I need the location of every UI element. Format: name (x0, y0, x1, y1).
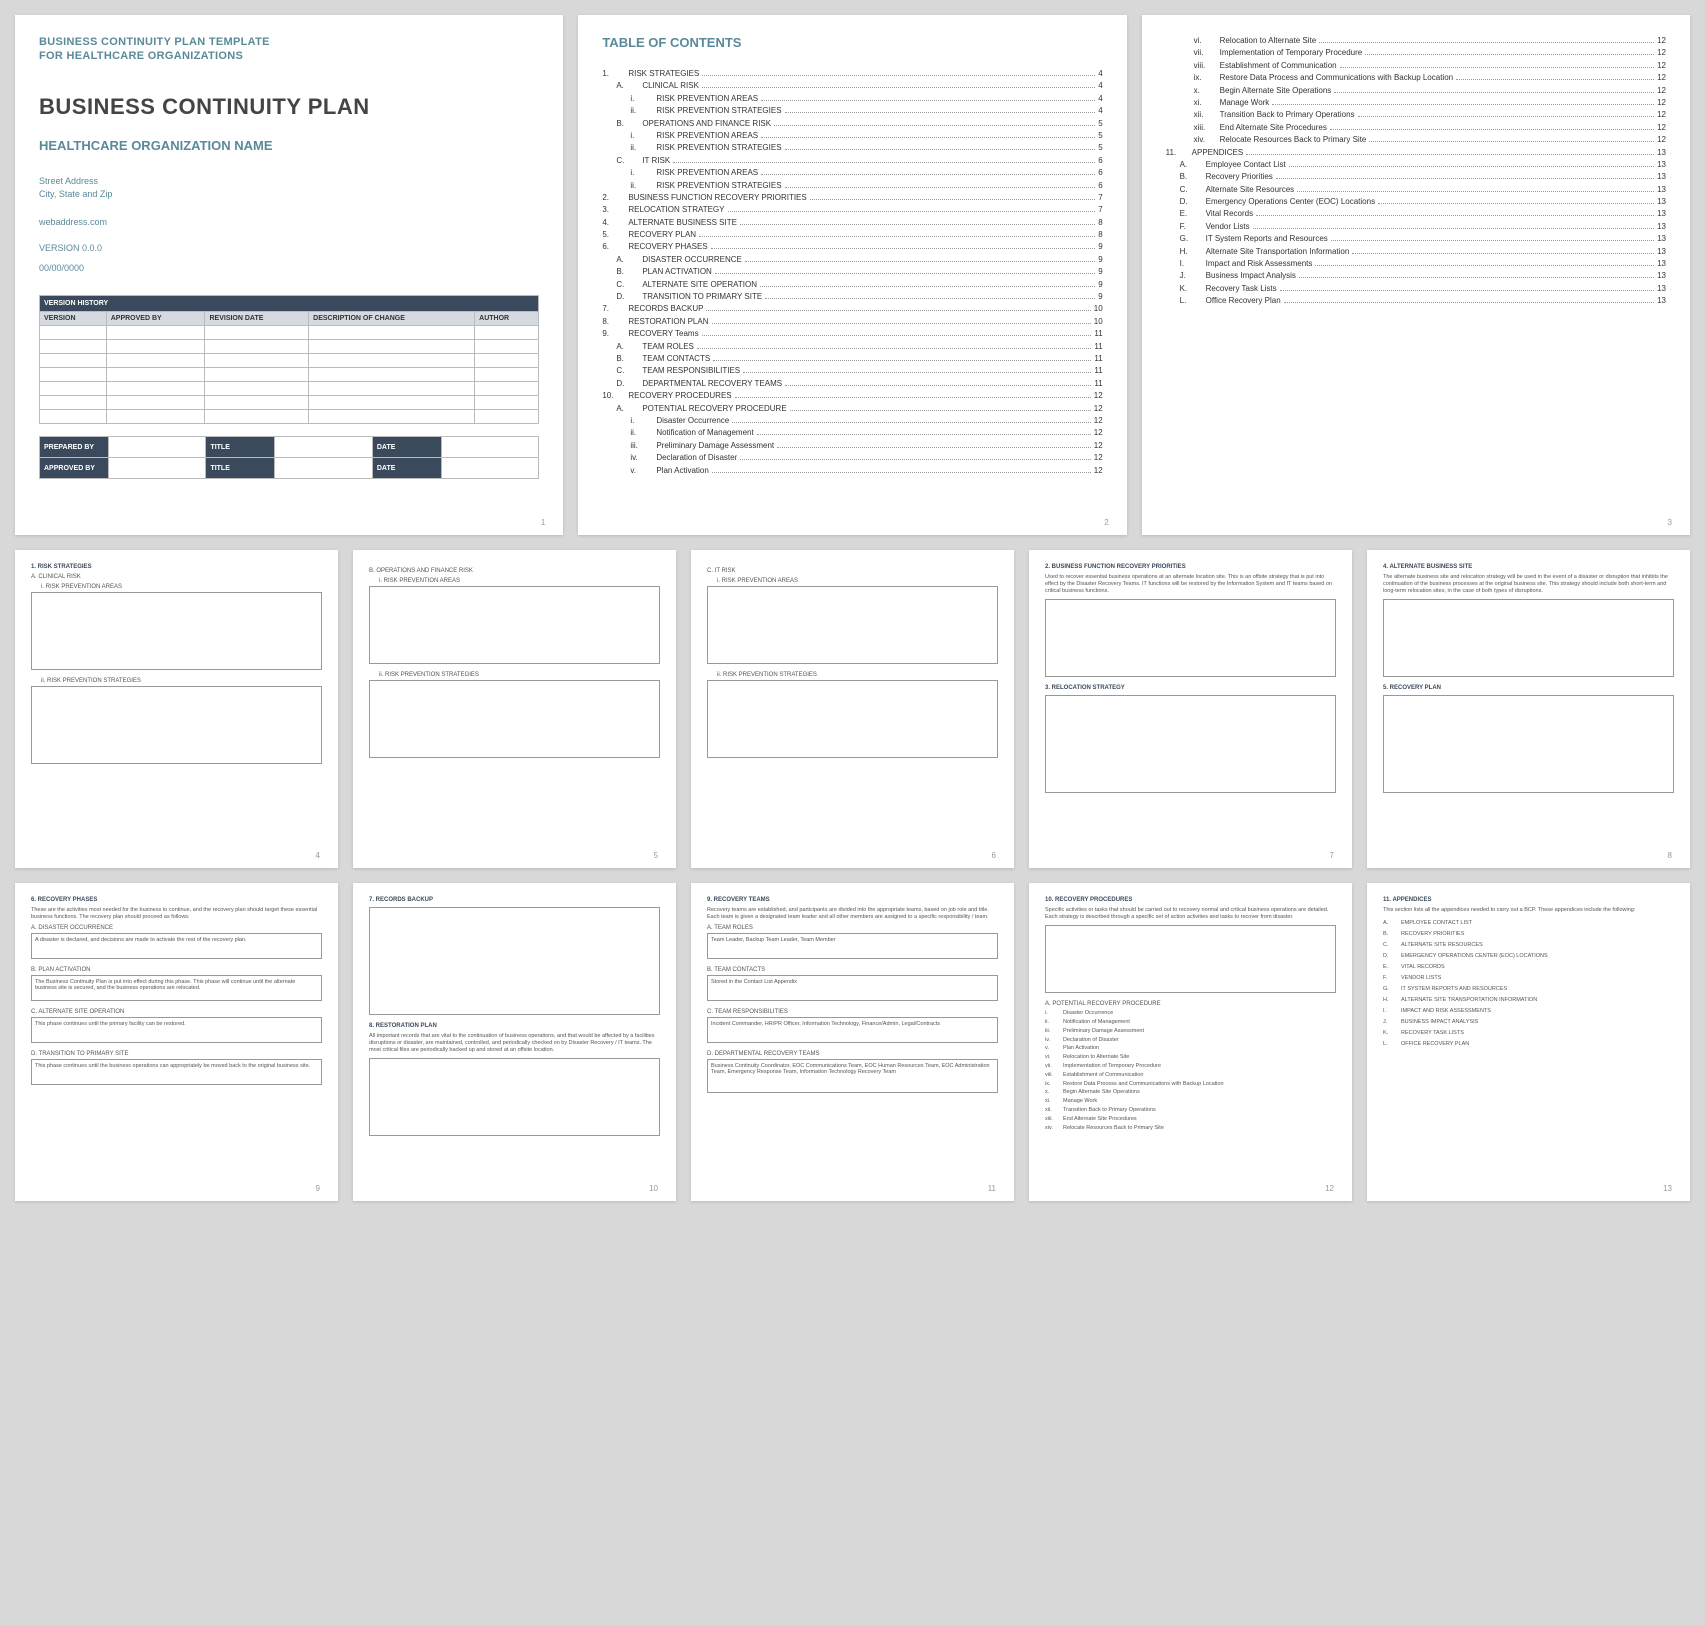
procedure-list: i.Disaster Occurrenceii.Notification of … (1045, 1009, 1336, 1132)
content-box (707, 680, 998, 758)
address-block: Street AddressCity, State and Zip (39, 175, 539, 202)
web-address: webaddress.com (39, 216, 539, 230)
content-box (369, 586, 660, 664)
page-9: 6. RECOVERY PHASES These are the activit… (15, 883, 338, 1201)
version: VERSION 0.0.0 (39, 243, 539, 253)
content-box (1045, 925, 1336, 993)
org-name: HEALTHCARE ORGANIZATION NAME (39, 138, 539, 153)
version-history-table: VERSION HISTORY VERSIONAPPROVED BYREVISI… (39, 295, 539, 424)
page-13: 11. APPENDICES This section lists all th… (1367, 883, 1690, 1201)
content-box (1045, 599, 1336, 677)
toc-header: TABLE OF CONTENTS (602, 35, 1102, 50)
content-box (31, 592, 322, 670)
content-box (1383, 695, 1674, 793)
page-3: vi.Relocation to Alternate Site12vii.Imp… (1142, 15, 1690, 535)
template-header: BUSINESS CONTINUITY PLAN TEMPLATEFOR HEA… (39, 35, 539, 64)
page-8: 4. ALTERNATE BUSINESS SITE The alternate… (1367, 550, 1690, 868)
content-box (31, 686, 322, 764)
content-box (369, 1058, 660, 1136)
page-10: 7. RECORDS BACKUP 8. RESTORATION PLAN Al… (353, 883, 676, 1201)
toc-list-cont: vi.Relocation to Alternate Site12vii.Imp… (1166, 35, 1666, 308)
page-11: 9. RECOVERY TEAMS Recovery teams are est… (691, 883, 1014, 1201)
content-box (369, 907, 660, 1015)
appendix-list: A.EMPLOYEE CONTACT LISTB.RECOVERY PRIORI… (1383, 918, 1674, 1050)
page-4: 1. RISK STRATEGIES A. CLINICAL RISK i. R… (15, 550, 338, 868)
page-12: 10. RECOVERY PROCEDURES Specific activit… (1029, 883, 1352, 1201)
page-1: BUSINESS CONTINUITY PLAN TEMPLATEFOR HEA… (15, 15, 563, 535)
doc-title: BUSINESS CONTINUITY PLAN (39, 94, 539, 120)
content-box (707, 586, 998, 664)
doc-date: 00/00/0000 (39, 263, 539, 273)
page-6: C. IT RISK i. RISK PREVENTION AREAS ii. … (691, 550, 1014, 868)
content-box (1045, 695, 1336, 793)
signoff-table: PREPARED BYTITLEDATE APPROVED BYTITLEDAT… (39, 436, 539, 479)
page-5: B. OPERATIONS AND FINANCE RISK i. RISK P… (353, 550, 676, 868)
page-2: TABLE OF CONTENTS 1.RISK STRATEGIES4A.CL… (578, 15, 1126, 535)
content-box (1383, 599, 1674, 677)
content-box (369, 680, 660, 758)
toc-list: 1.RISK STRATEGIES4A.CLINICAL RISK4i.RISK… (602, 68, 1102, 477)
page-7: 2. BUSINESS FUNCTION RECOVERY PRIORITIES… (1029, 550, 1352, 868)
